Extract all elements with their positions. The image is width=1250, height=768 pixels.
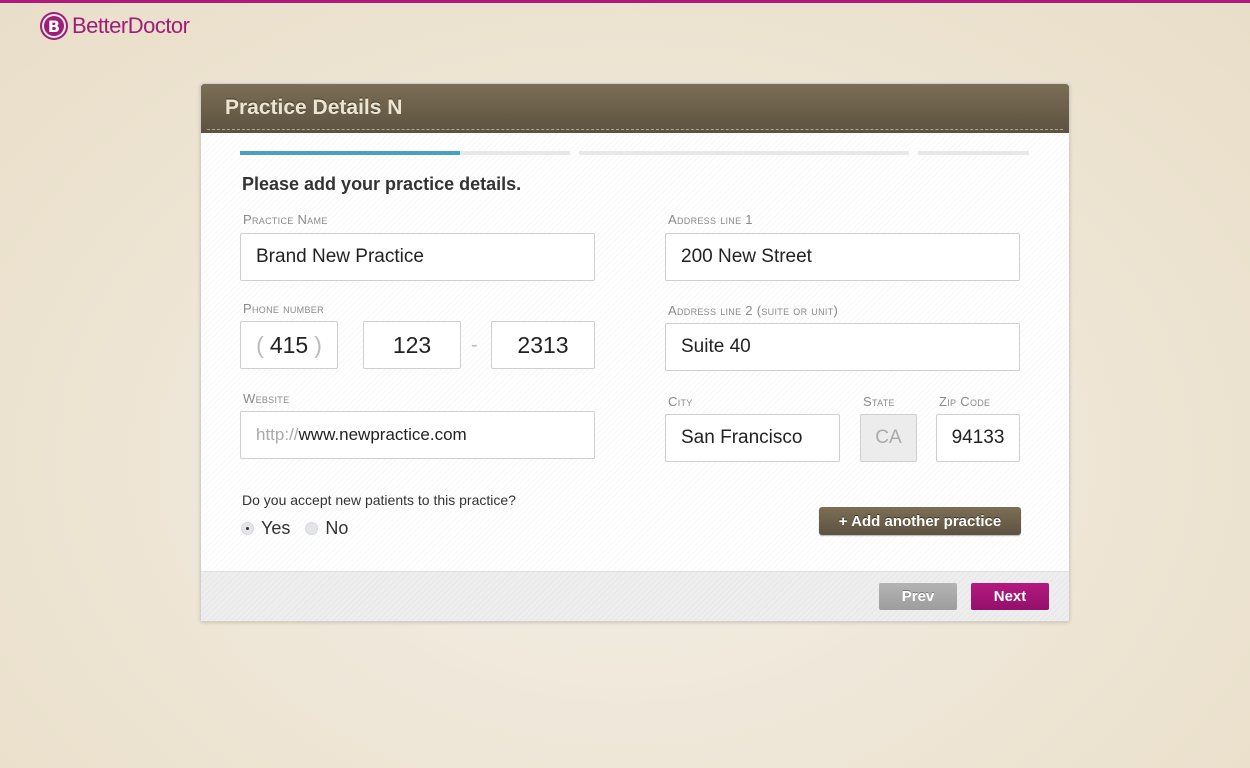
address2-label: Address line 2 (suite or unit) (668, 303, 839, 318)
practice-name-input[interactable]: Brand New Practice (240, 233, 595, 281)
website-label: Website (243, 391, 290, 406)
betterdoctor-logo[interactable]: B BetterDoctor (40, 12, 190, 40)
radio-no-label[interactable]: No (325, 518, 348, 539)
close-paren: ) (314, 331, 322, 358)
progress-step-3 (918, 151, 1029, 155)
logo-text: BetterDoctor (72, 13, 190, 38)
address1-label: Address line 1 (668, 212, 753, 227)
card-header: Practice Details N (201, 84, 1069, 133)
phone-dash: - (471, 334, 478, 356)
open-paren: ( (256, 331, 264, 358)
website-value: www.newpractice.com (298, 425, 467, 444)
phone-prefix-input[interactable]: 123 (363, 321, 461, 369)
form-intro: Please add your practice details. (242, 174, 522, 194)
state-label: State (863, 394, 895, 409)
practice-name-label: Practice Name (243, 212, 328, 227)
logo-mark-icon: B (40, 12, 68, 40)
progress-step-1 (240, 151, 460, 155)
radio-no[interactable] (305, 522, 319, 535)
phone-label: Phone number (243, 301, 324, 316)
practice-details-card: Practice Details N Please add your pract… (200, 83, 1070, 622)
city-input[interactable]: San Francisco (665, 414, 840, 462)
phone-area-code-value: 415 (269, 331, 309, 358)
add-another-practice-button[interactable]: + Add another practice (819, 507, 1021, 535)
page-title: Practice Details N (225, 96, 403, 119)
address2-input[interactable]: Suite 40 (665, 323, 1020, 371)
radio-yes-label[interactable]: Yes (261, 518, 290, 539)
prev-button[interactable]: Prev (879, 583, 957, 610)
state-input[interactable]: CA (860, 414, 917, 462)
progress-step-2 (579, 151, 909, 155)
city-label: City (668, 394, 693, 409)
zip-label: Zip Code (939, 394, 991, 409)
next-button[interactable]: Next (971, 583, 1049, 610)
progress-step-1-remaining (460, 151, 570, 155)
phone-line-input[interactable]: 2313 (491, 321, 595, 369)
new-patients-radio-group: Yes No (241, 518, 363, 539)
address1-input[interactable]: 200 New Street (665, 233, 1020, 281)
zip-input[interactable]: 94133 (936, 414, 1020, 462)
website-input[interactable]: http://www.newpractice.com (240, 411, 595, 459)
phone-area-code-input[interactable]: ( 415 ) (240, 321, 338, 369)
card-footer: Prev Next (201, 571, 1069, 621)
radio-yes[interactable] (241, 522, 254, 535)
website-prefix: http:// (256, 425, 299, 444)
new-patients-question: Do you accept new patients to this pract… (242, 492, 516, 508)
